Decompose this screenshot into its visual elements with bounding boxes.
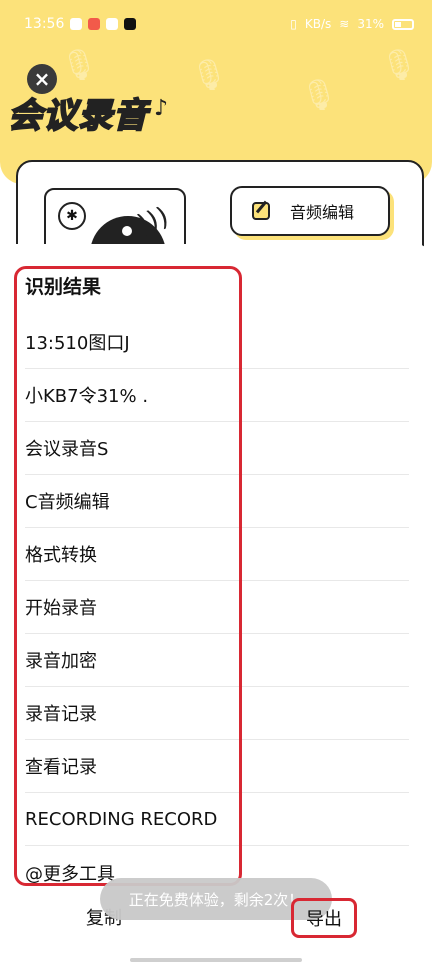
music-note-icon: ♪ bbox=[154, 96, 169, 121]
notification-icon bbox=[70, 18, 83, 30]
result-item[interactable]: RECORDING RECORD bbox=[25, 793, 409, 846]
status-time: 13:56 bbox=[24, 16, 65, 32]
result-item[interactable]: 录音记录 bbox=[25, 687, 409, 740]
mic-decoration-icon: 🎙 bbox=[60, 48, 99, 83]
audio-edit-button[interactable]: 音频编辑 bbox=[230, 186, 390, 236]
export-button[interactable]: 导出 bbox=[291, 898, 357, 938]
result-item[interactable]: 会议录音S bbox=[25, 422, 409, 475]
result-item[interactable]: 录音加密 bbox=[25, 634, 409, 687]
app-notification-icon bbox=[88, 18, 101, 30]
result-item[interactable]: 小KB7令31% . bbox=[25, 369, 409, 422]
mic-decoration-icon: 🎙 bbox=[380, 48, 419, 83]
result-item[interactable]: 13:510图口J bbox=[25, 316, 409, 369]
battery-icon bbox=[392, 18, 414, 30]
status-bar: 13:56 ▯ KB/s ≋ 31% bbox=[0, 0, 432, 48]
sheet-title: 识别结果 bbox=[25, 276, 102, 298]
settings-gear-icon: ✱ bbox=[58, 202, 86, 230]
mail-icon bbox=[106, 18, 119, 30]
edit-icon bbox=[252, 202, 270, 220]
result-item[interactable]: 格式转换 bbox=[25, 528, 409, 581]
battery-text: 31% bbox=[357, 17, 384, 31]
result-item[interactable]: C音频编辑 bbox=[25, 475, 409, 528]
mic-decoration-icon: 🎙 bbox=[300, 78, 339, 113]
audio-edit-label: 音频编辑 bbox=[290, 203, 355, 222]
result-item[interactable]: 开始录音 bbox=[25, 581, 409, 634]
net-speed: KB/s bbox=[304, 17, 332, 31]
page-title: 会议录音 bbox=[7, 95, 148, 137]
result-item[interactable]: 查看记录 bbox=[25, 740, 409, 793]
wifi-icon: ≋ bbox=[339, 17, 350, 31]
vibrate-icon: ▯ bbox=[290, 17, 297, 31]
tiktok-icon bbox=[124, 18, 137, 30]
mic-decoration-icon: 🎙 bbox=[190, 58, 229, 93]
home-indicator[interactable] bbox=[130, 958, 302, 962]
